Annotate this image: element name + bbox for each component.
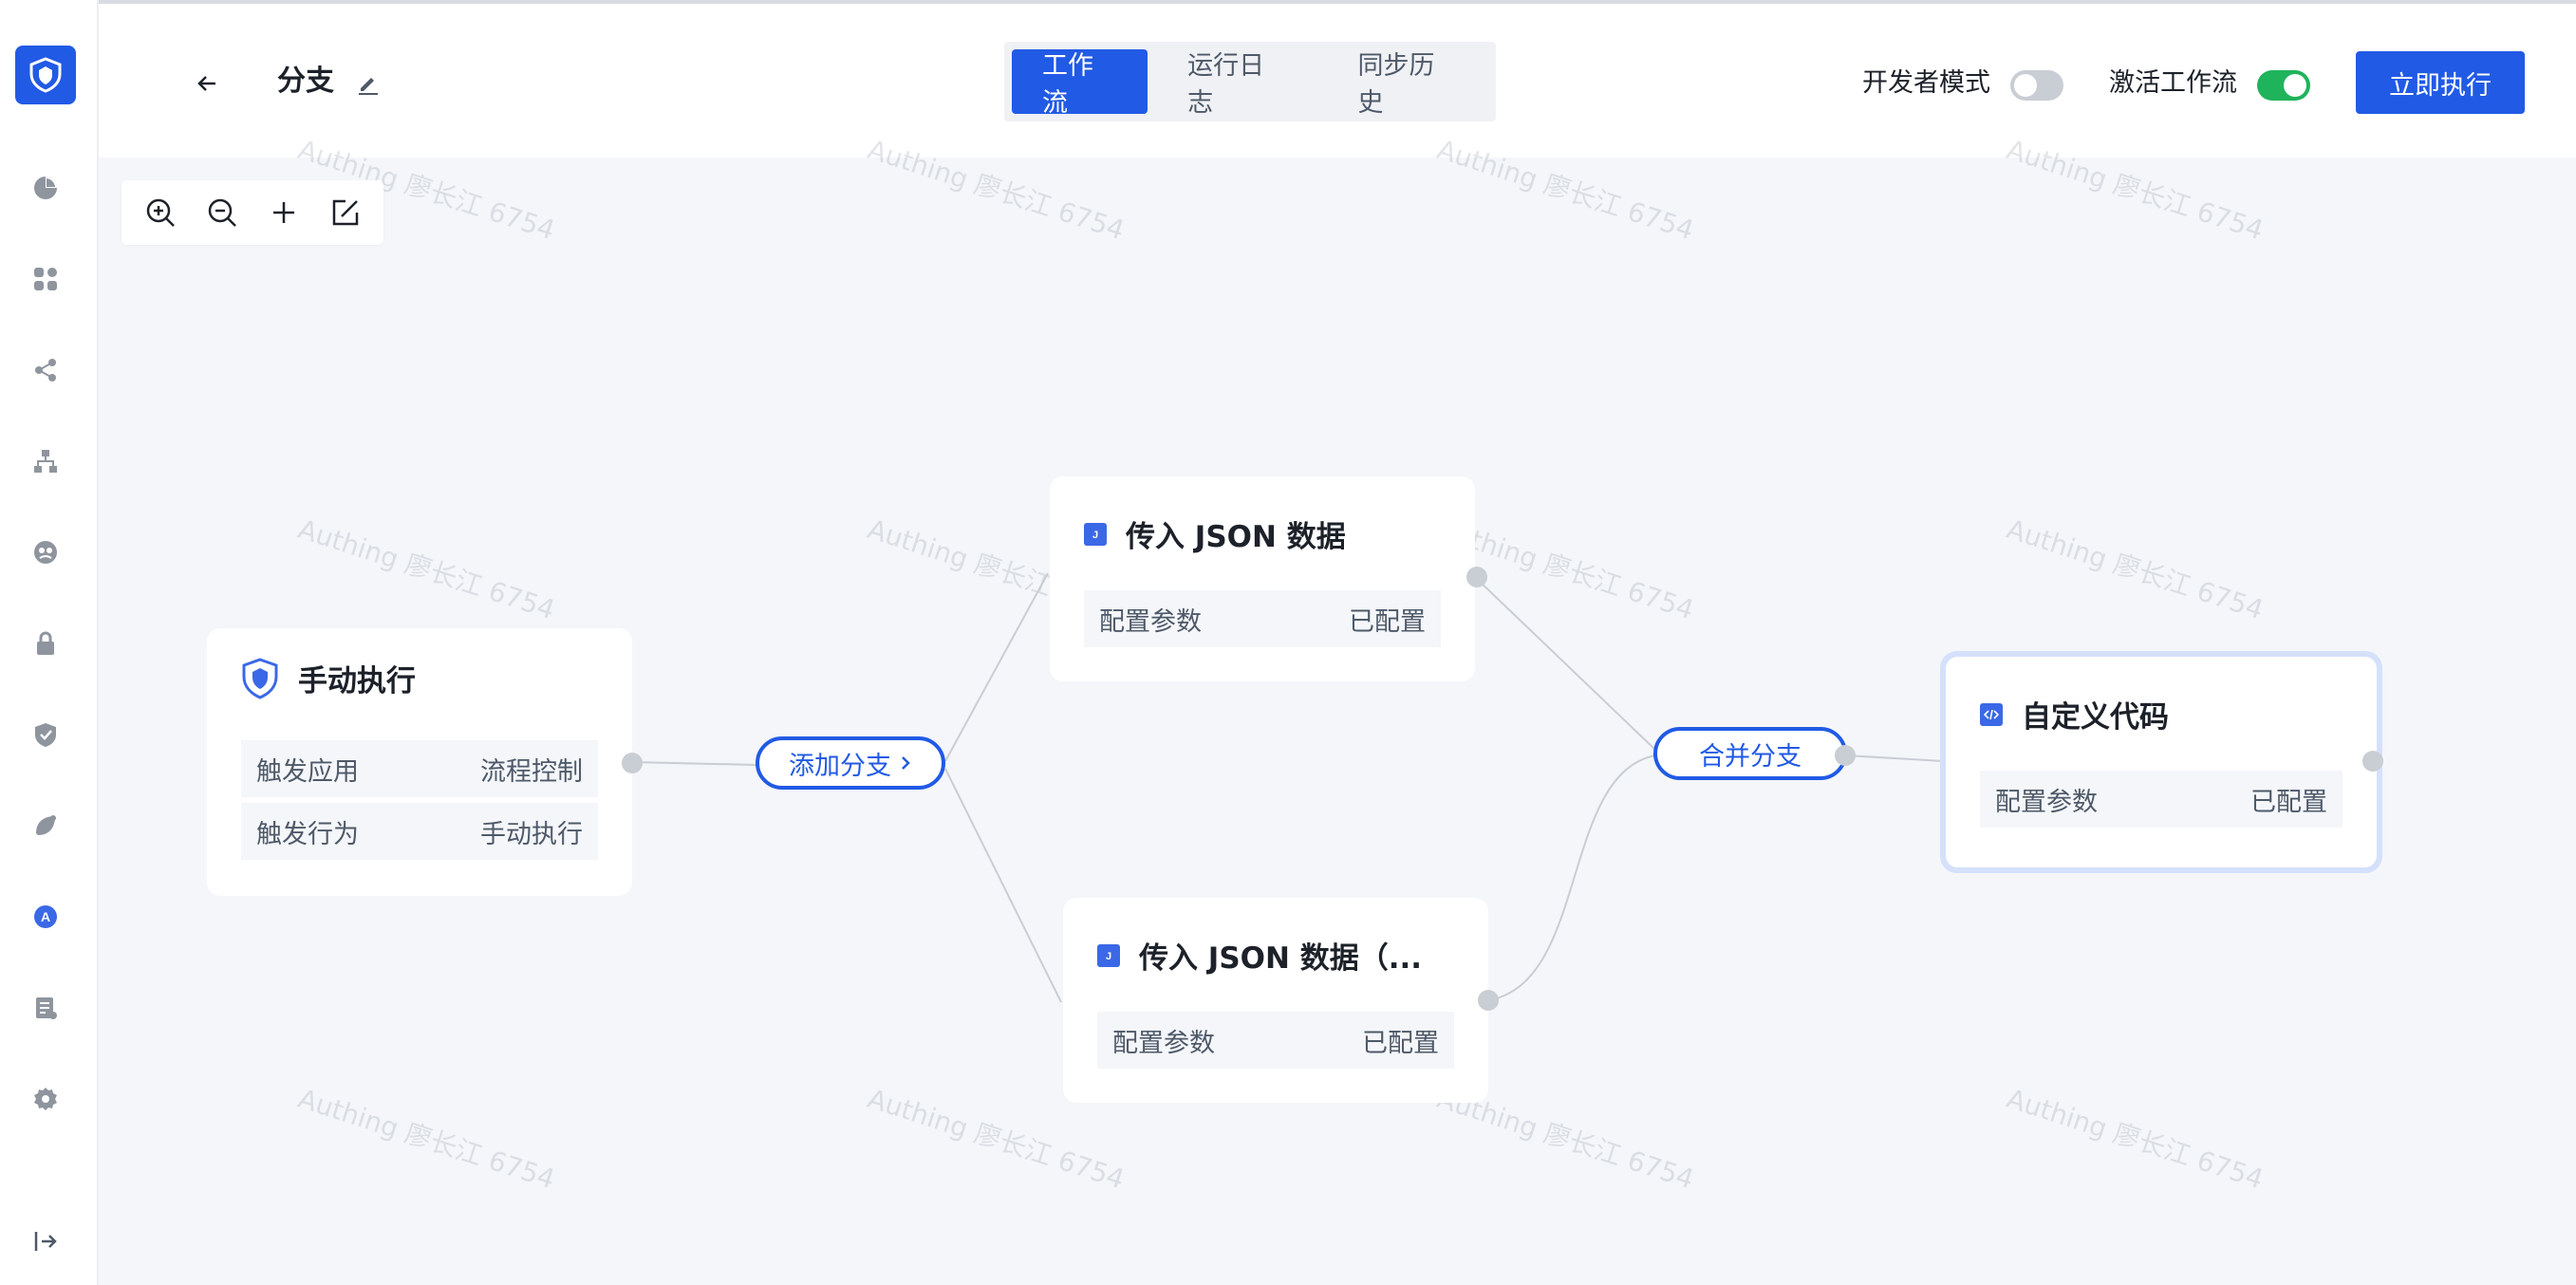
watermark: Authing 廖长江 6754 (2003, 1082, 2268, 1196)
dev-mode-toggle[interactable] (2010, 70, 2063, 101)
node-title: 手动执行 (298, 664, 416, 698)
document-icon[interactable] (28, 991, 63, 1025)
sidebar: A (0, 0, 99, 1285)
output-port[interactable] (622, 753, 643, 773)
run-now-button[interactable]: 立即执行 (2356, 51, 2525, 114)
node-header: 手动执行 (241, 657, 416, 699)
node-header: J 传入 JSON 数据 (1084, 512, 1346, 555)
add-icon[interactable] (263, 192, 305, 233)
lock-icon[interactable] (28, 626, 63, 661)
svg-text:A: A (41, 909, 50, 924)
row-value: 已配置 (2250, 787, 2327, 817)
watermark: Authing 廖长江 6754 (294, 512, 559, 626)
app-logo[interactable] (15, 46, 76, 104)
node-row: 触发行为 手动执行 (241, 803, 598, 860)
row-value: 已配置 (1362, 1028, 1439, 1058)
edge-json1-to-merge (1476, 578, 1656, 751)
branding-icon[interactable] (28, 809, 63, 843)
node-row: 配置参数 已配置 (1097, 1012, 1454, 1069)
json-badge-icon: J (1097, 943, 1120, 967)
edit-title-icon[interactable] (353, 68, 383, 99)
a-letter-icon[interactable]: A (28, 900, 63, 934)
back-arrow-icon[interactable] (188, 65, 226, 102)
header: 分支 工作流 运行日志 同步历史 开发者模式 激活工作流 立即执行 (99, 0, 2576, 158)
json-input-node-2[interactable]: J 传入 JSON 数据（... 配置参数 已配置 (1063, 898, 1488, 1103)
row-label: 配置参数 (1099, 606, 1202, 637)
watermark: Authing 廖长江 6754 (294, 1082, 559, 1196)
zoom-toolbar (121, 180, 383, 245)
merge-branch-label: 合并分支 (1699, 741, 1801, 772)
tab-run-logs[interactable]: 运行日志 (1157, 49, 1317, 118)
row-label: 触发行为 (256, 819, 359, 849)
add-branch-button[interactable]: 添加分支 (756, 736, 945, 790)
code-badge-icon (1980, 702, 2003, 726)
add-branch-label: 添加分支 (789, 751, 891, 781)
json-badge-icon: J (1084, 522, 1107, 546)
share-icon[interactable] (28, 353, 63, 387)
output-port[interactable] (1835, 745, 1856, 766)
edge-json2-to-merge (1487, 754, 1656, 1001)
page-title: 分支 (277, 65, 334, 98)
expand-sidebar-icon[interactable] (28, 1224, 63, 1258)
row-value: 手动执行 (480, 819, 583, 849)
node-row: 触发应用 流程控制 (241, 740, 598, 797)
tab-sync-history[interactable]: 同步历史 (1328, 49, 1488, 118)
activate-workflow-label: 激活工作流 (2109, 68, 2237, 98)
node-row: 配置参数 已配置 (1980, 771, 2343, 828)
custom-code-node[interactable]: 自定义代码 配置参数 已配置 (1946, 657, 2377, 867)
tab-workflow[interactable]: 工作流 (1012, 49, 1148, 118)
shield-check-icon[interactable] (28, 717, 63, 752)
dev-mode-label: 开发者模式 (1862, 68, 1990, 98)
row-value: 已配置 (1349, 606, 1426, 637)
shield-logo-icon (29, 57, 62, 93)
edge-branch-to-json1 (944, 572, 1049, 762)
row-label: 配置参数 (1995, 787, 2098, 817)
svg-text:J: J (1106, 951, 1111, 962)
merge-branch-button[interactable]: 合并分支 (1653, 727, 1847, 780)
row-label: 触发应用 (256, 756, 359, 787)
node-row: 配置参数 已配置 (1084, 590, 1441, 647)
output-port[interactable] (1478, 990, 1499, 1011)
node-title: 传入 JSON 数据 (1126, 520, 1346, 554)
node-header: J 传入 JSON 数据（... (1097, 934, 1422, 977)
edge-merge-to-code (1844, 754, 1945, 762)
output-port[interactable] (2362, 751, 2383, 772)
settings-icon[interactable] (28, 1082, 63, 1116)
row-label: 配置参数 (1112, 1028, 1215, 1058)
zoom-out-icon[interactable] (201, 192, 243, 233)
shield-icon (242, 657, 278, 699)
svg-text:J: J (1092, 530, 1098, 541)
workflow-canvas[interactable]: Authing 廖长江 6754 Authing 廖长江 6754 Authin… (99, 134, 2576, 1285)
users-icon[interactable] (28, 535, 63, 569)
toggle-knob (2014, 74, 2037, 97)
node-title: 传入 JSON 数据（... (1139, 941, 1423, 976)
edge-branch-to-json2 (944, 768, 1062, 1003)
toggle-knob (2284, 74, 2306, 97)
json-input-node-1[interactable]: J 传入 JSON 数据 配置参数 已配置 (1050, 476, 1475, 681)
view-tabs: 工作流 运行日志 同步历史 (1004, 42, 1496, 121)
org-icon[interactable] (28, 444, 63, 478)
edge-trigger-to-branch (631, 761, 758, 766)
zoom-in-icon[interactable] (140, 192, 181, 233)
row-value: 流程控制 (480, 756, 583, 787)
chevron-right-icon (902, 756, 910, 770)
apps-icon[interactable] (28, 262, 63, 296)
node-title: 自定义代码 (2022, 700, 2169, 735)
activate-workflow-toggle[interactable] (2257, 70, 2310, 101)
watermark: Authing 廖长江 6754 (2003, 512, 2268, 626)
dashboard-icon[interactable] (28, 171, 63, 205)
workflow-editor: A 分支 工作流 运行日志 同步历史 开发者模式 激活工作流 立即执行 Auth… (0, 0, 2576, 1285)
node-header: 自定义代码 (1980, 693, 2169, 736)
output-port[interactable] (1466, 567, 1487, 587)
edit-square-icon[interactable] (325, 192, 366, 233)
manual-trigger-node[interactable]: 手动执行 触发应用 流程控制 触发行为 手动执行 (207, 628, 632, 896)
